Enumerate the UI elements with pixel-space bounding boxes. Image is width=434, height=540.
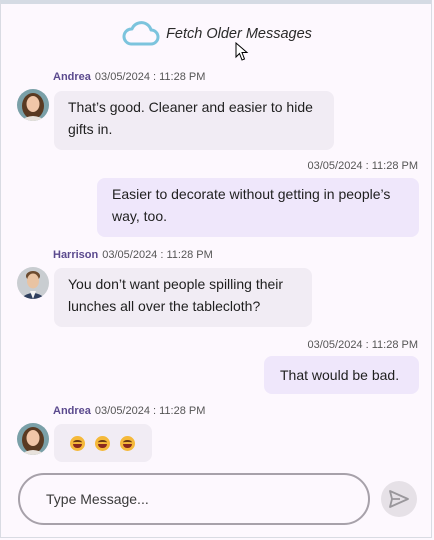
message-input[interactable]: [44, 490, 348, 508]
message-meta: Andrea 03/05/2024 : 11:28 PM: [53, 405, 205, 417]
mouse-cursor-icon: [235, 42, 249, 61]
message-author: Andrea: [53, 405, 91, 417]
message-meta: Andrea 03/05/2024 : 11:28 PM: [53, 71, 205, 83]
message-bubble: That would be bad.: [264, 356, 419, 394]
send-button[interactable]: [381, 481, 417, 517]
message-bubble: [54, 424, 152, 462]
message-text: Easier to decorate without getting in pe…: [112, 186, 391, 224]
message-bubble: You don’t want people spilling their lun…: [54, 268, 312, 327]
cloud-icon: [122, 21, 160, 46]
message-timestamp: 03/05/2024 : 11:28 PM: [307, 339, 419, 351]
message-bubble: Easier to decorate without getting in pe…: [97, 178, 419, 237]
message-timestamp: 03/05/2024 : 11:28 PM: [102, 249, 213, 261]
laughing-emoji-icon: [70, 435, 85, 451]
message-text: That’s good. Cleaner and easier to hide …: [68, 99, 313, 137]
message-timestamp: 03/05/2024 : 11:28 PM: [94, 405, 206, 417]
message-timestamp: 03/05/2024 : 11:28 PM: [94, 71, 206, 83]
message-meta: Harrison 03/05/2024 : 11:28 PM: [53, 249, 213, 261]
message-author: Harrison: [53, 249, 99, 261]
avatar-andrea-icon: [17, 423, 49, 455]
send-icon: [389, 490, 409, 508]
fetch-older-messages-button[interactable]: Fetch Older Messages: [0, 18, 434, 50]
laughing-emoji-icon: [120, 435, 135, 451]
message-bubble: That’s good. Cleaner and easier to hide …: [54, 91, 334, 150]
message-author: Andrea: [53, 71, 91, 83]
message-timestamp: 03/05/2024 : 11:28 PM: [307, 160, 419, 172]
message-meta: 03/05/2024 : 11:28 PM: [308, 339, 419, 351]
avatar-andrea-icon: [17, 89, 49, 121]
avatar[interactable]: [17, 423, 49, 455]
message-text: You don’t want people spilling their lun…: [68, 276, 284, 314]
message-text: That would be bad.: [280, 367, 400, 383]
emoji-row: [54, 424, 152, 462]
fetch-older-messages-label: Fetch Older Messages: [166, 26, 312, 42]
avatar-harrison-icon: [17, 267, 49, 299]
message-meta: 03/05/2024 : 11:28 PM: [308, 160, 419, 172]
avatar[interactable]: [17, 89, 49, 121]
laughing-emoji-icon: [95, 435, 110, 451]
message-input-container[interactable]: [18, 473, 370, 525]
avatar[interactable]: [17, 267, 49, 299]
